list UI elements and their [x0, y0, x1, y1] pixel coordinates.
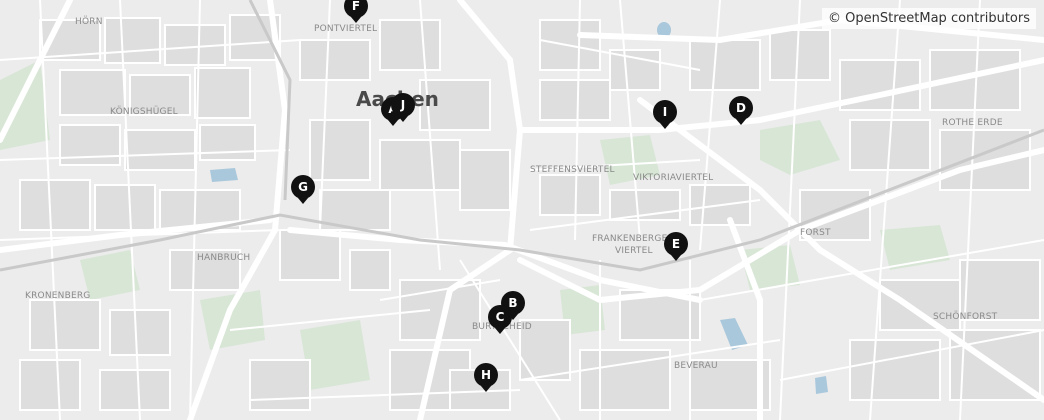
marker-label: D: [736, 101, 746, 115]
marker-label: F: [352, 0, 360, 13]
district-label: KRONENBERG: [25, 291, 90, 301]
marker-label: J: [400, 98, 405, 112]
district-label: BEVERAU: [674, 361, 718, 371]
district-label: VIKTORIAVIERTEL: [633, 173, 713, 183]
district-label: PONTVIERTEL: [314, 24, 377, 34]
marker-label: C: [496, 310, 505, 324]
marker-label: H: [481, 368, 491, 382]
district-label: KÖNIGSHÜGEL: [110, 106, 178, 117]
map-attribution[interactable]: © OpenStreetMap contributors: [822, 8, 1036, 29]
district-label: SCHÖNFORST: [933, 311, 998, 322]
district-label: HÖRN: [75, 16, 103, 27]
district-label: STEFFENSVIERTEL: [530, 165, 615, 175]
pond: [210, 168, 238, 182]
district-label: ROTHE ERDE: [942, 118, 1003, 128]
map-canvas[interactable]: Aachen HÖRN PONTVIERTEL KÖNIGSHÜGEL STEF…: [0, 0, 1044, 420]
marker-label: G: [298, 180, 308, 194]
map-view[interactable]: Aachen HÖRN PONTVIERTEL KÖNIGSHÜGEL STEF…: [0, 0, 1044, 420]
district-label: HANBRUCH: [197, 253, 250, 263]
district-label: VIERTEL: [615, 246, 653, 256]
district-label: FRANKENBERGER: [592, 234, 674, 244]
district-label: FORST: [800, 228, 831, 238]
pond: [815, 376, 828, 394]
marker-label: B: [508, 296, 517, 310]
marker-label: I: [663, 105, 667, 119]
marker-label: E: [672, 237, 680, 251]
park-area: [200, 290, 265, 350]
